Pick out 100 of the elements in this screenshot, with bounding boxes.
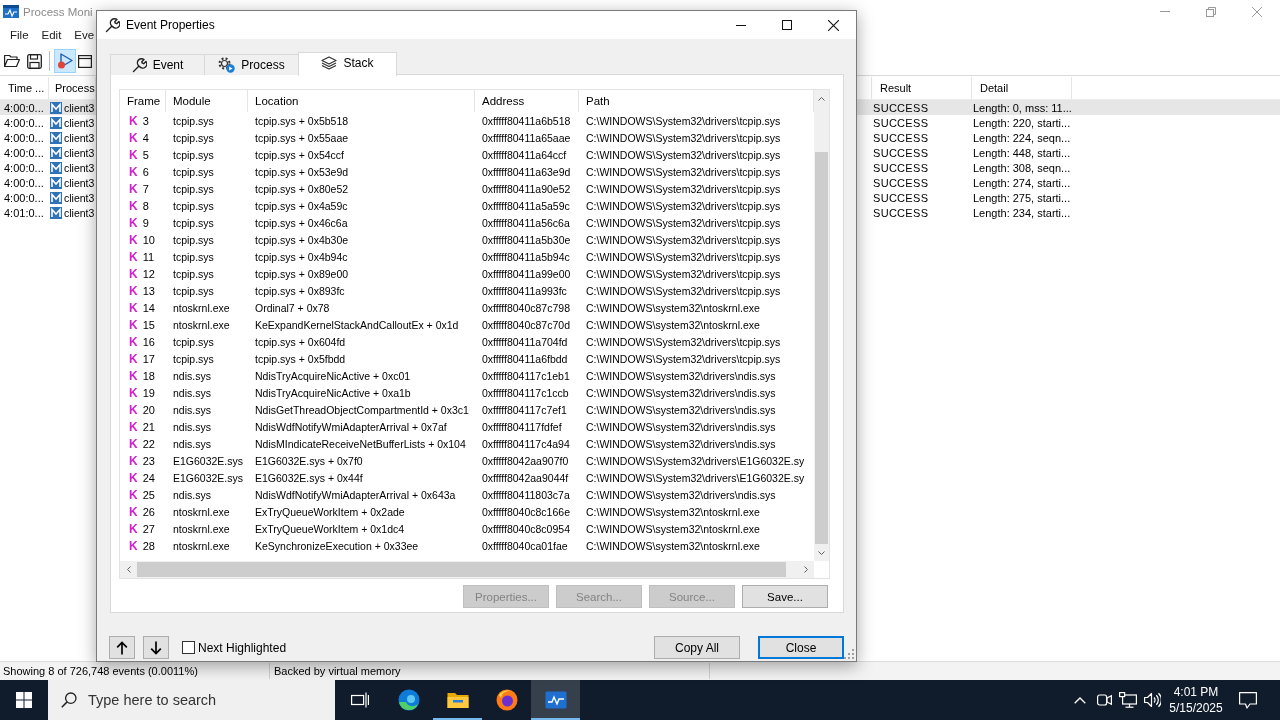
scrollbar-thumb[interactable] (137, 562, 786, 577)
table-cell-text: 0xfffff8042aa907f0 (481, 454, 570, 467)
mode-label: K (129, 300, 138, 315)
table-cell-text: C:\WINDOWS\system32\drivers\ndis.sys (585, 369, 777, 382)
column-header[interactable]: Module (166, 90, 248, 112)
wrench-icon (131, 57, 147, 73)
network-icon[interactable] (1119, 692, 1137, 708)
chevron-left-icon[interactable] (126, 566, 131, 573)
browser-swirl-icon (397, 689, 420, 711)
checkbox-label: Next Highlighted (198, 640, 287, 655)
table-cell-text: tcpip.sys + 0x53e9d (254, 165, 350, 178)
table-cell-text: tcpip.sys + 0x5b518 (254, 114, 350, 127)
table-cell-text: 4:00:0... (3, 116, 45, 129)
table-cell-text: ndis.sys (172, 437, 212, 450)
table-cell-text: NdisWdfNotifyWmiAdapterArrival + 0x643a (254, 488, 457, 501)
table-cell: 23 (142, 454, 155, 467)
mode-label: K (129, 470, 138, 485)
table-cell-text: 4:00:0... (3, 176, 45, 189)
table-cell-text: ndis.sys (172, 488, 212, 501)
panel-button[interactable]: Save... (742, 585, 828, 608)
minimize-icon (1160, 11, 1170, 12)
table-cell-text: tcpip.sys + 0x89e00 (254, 267, 350, 280)
column-header[interactable]: Time ... (0, 77, 49, 99)
column-header[interactable]: Address (475, 90, 579, 112)
column-header[interactable]: Detail (972, 77, 1072, 99)
menu-item[interactable]: Eve (74, 26, 95, 44)
table-cell-text: 0xfffff80411a6fbdd (481, 352, 569, 365)
horizontal-scrollbar[interactable] (120, 561, 814, 578)
resize-grip-icon[interactable] (844, 649, 854, 659)
table-cell-text: 0xfffff80411a5b94c (481, 250, 571, 263)
table-cell: client3 (64, 131, 95, 144)
next-button[interactable] (143, 636, 169, 659)
video-camera-icon[interactable] (1096, 692, 1112, 708)
previous-button[interactable] (109, 636, 135, 659)
table-cell-text: C:\WINDOWS\system32\drivers\ndis.sys (585, 403, 777, 416)
table-cell-text: 0xfffff80411a5a59c (481, 199, 571, 212)
vertical-scrollbar[interactable] (814, 90, 829, 561)
table-cell-text: ntoskrnl.exe (172, 505, 231, 518)
table-cell-text: ntoskrnl.exe (172, 318, 231, 331)
table-cell-text: C:\WINDOWS\system32\drivers\ndis.sys (585, 437, 777, 450)
table-cell-text: 4:00:0... (3, 101, 45, 114)
table-cell-text: tcpip.sys + 0x4b30e (254, 233, 350, 246)
tab[interactable]: Event (110, 54, 205, 75)
table-cell-text: C:\WINDOWS\system32\ntoskrnl.exe (585, 301, 761, 314)
table-cell-text: C:\WINDOWS\System32\drivers\tcpip.sys (585, 233, 782, 246)
table-cell-text: 0xfffff8040c8c0954 (481, 522, 571, 535)
table-cell-text: C:\WINDOWS\System32\drivers\tcpip.sys (585, 335, 782, 348)
mode-label: K (129, 215, 138, 230)
tab[interactable]: Process (204, 54, 299, 75)
mode-label: K (129, 181, 138, 196)
dialog-button[interactable]: Copy All (654, 636, 740, 659)
play-record-icon (57, 53, 73, 69)
table-cell: Length: 224, seqn... (972, 131, 1072, 144)
tab[interactable]: Stack (298, 52, 397, 76)
search-field[interactable]: Type here to search (48, 680, 335, 720)
scrollbar-thumb[interactable] (815, 152, 828, 544)
table-cell: 16 (142, 335, 155, 348)
column-header[interactable]: Location (248, 90, 475, 112)
speaker-icon[interactable] (1143, 692, 1161, 708)
table-cell: client3 (64, 116, 95, 129)
table-cell-text: 4:00:0... (3, 146, 45, 159)
table-cell-text: 0xfffff8042aa9044f (481, 471, 570, 484)
table-cell-text: C:\WINDOWS\System32\drivers\E1G6032E.sy (585, 454, 806, 467)
table-cell: 10 (142, 233, 155, 246)
app-logo-icon (3, 5, 19, 18)
column-header[interactable]: Frame (120, 90, 166, 112)
table-cell-text: 0xfffff80411a993fc (481, 284, 568, 297)
table-cell: 11 (142, 250, 155, 263)
window-icon (77, 54, 92, 68)
table-cell-text: ntoskrnl.exe (172, 522, 231, 535)
checkbox[interactable] (182, 641, 195, 654)
table-cell-text: C:\WINDOWS\system32\ntoskrnl.exe (585, 539, 761, 552)
close-icon (827, 19, 839, 31)
table-cell-text: E1G6032E.sys (172, 454, 245, 467)
table-cell-text: 0xfffff8040c87c798 (481, 301, 571, 314)
clock[interactable]: 4:01 PM 5/15/2025 (1164, 684, 1228, 716)
notification-icon[interactable] (1239, 691, 1257, 709)
table-cell-text: tcpip.sys (172, 114, 215, 127)
table-cell-text: C:\WINDOWS\system32\ntoskrnl.exe (585, 318, 761, 331)
table-cell: 3 (142, 114, 149, 127)
fox-globe-icon (495, 689, 518, 711)
menu-item[interactable]: Edit (41, 26, 62, 44)
mode-label: K (129, 113, 138, 128)
windows-logo-icon (16, 692, 32, 708)
menu-item[interactable]: File (10, 26, 29, 44)
table-cell-text: tcpip.sys + 0x55aae (254, 131, 350, 144)
mode-label: K (129, 317, 138, 332)
column-header[interactable]: Result (872, 77, 972, 99)
table-cell-text: Ordinal7 + 0x78 (254, 301, 331, 314)
chevron-right-icon[interactable] (803, 566, 808, 573)
table-cell: 20 (142, 403, 155, 416)
table-cell: 28 (142, 539, 155, 552)
dialog-button[interactable]: Close (758, 636, 844, 659)
table-cell: Length: 274, starti... (972, 176, 1072, 189)
table-cell-text: 0xfffff80411803c7a (481, 488, 571, 501)
table-cell-text: C:\WINDOWS\System32\drivers\tcpip.sys (585, 182, 782, 195)
table-cell-text: ndis.sys (172, 369, 212, 382)
chevron-down-icon[interactable] (818, 550, 825, 555)
table-cell-text: 0xfffff8040c87c70d (481, 318, 571, 331)
table-cell-text: tcpip.sys (172, 233, 215, 246)
